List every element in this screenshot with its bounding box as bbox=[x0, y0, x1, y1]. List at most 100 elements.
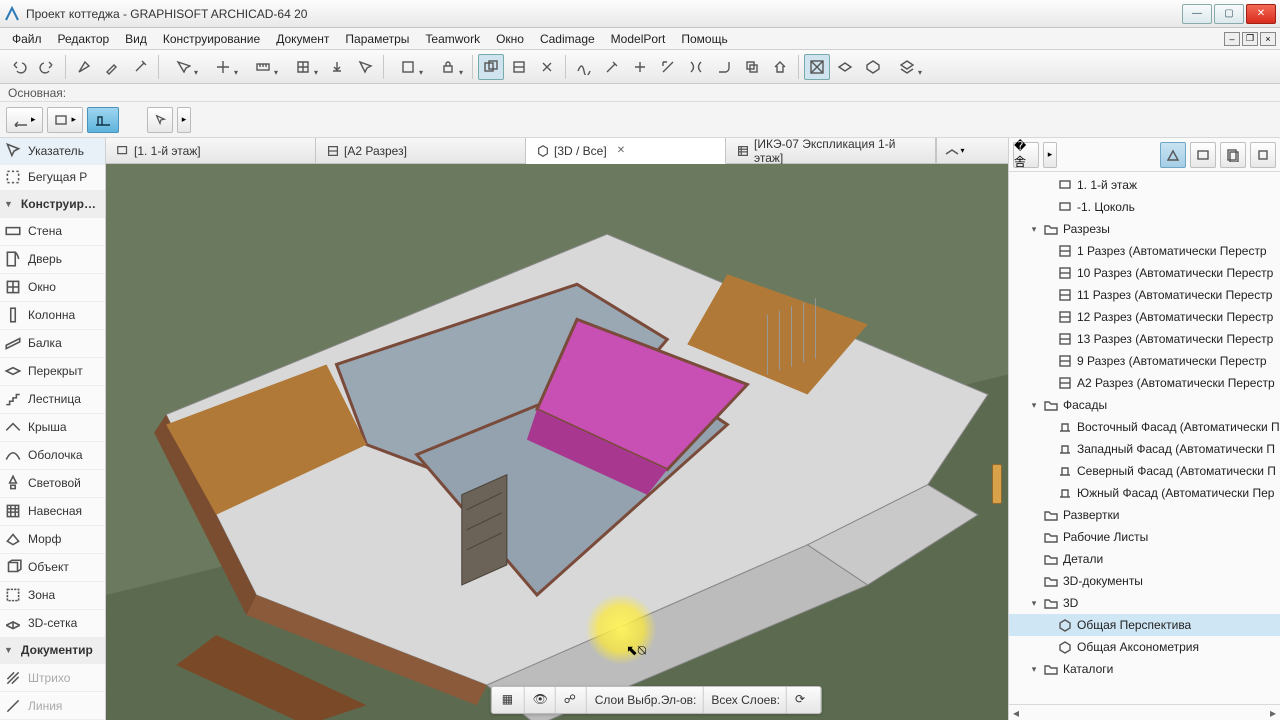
toolbox-group-document[interactable]: ▼ Документир bbox=[0, 638, 105, 665]
tree-item[interactable]: 12 Разрез (Автоматически Перестр bbox=[1009, 306, 1280, 328]
trace-ref-button[interactable] bbox=[506, 54, 532, 80]
menu-view[interactable]: Вид bbox=[117, 29, 155, 49]
menu-teamwork[interactable]: Teamwork bbox=[417, 29, 488, 49]
ruler-dropdown[interactable] bbox=[244, 54, 282, 80]
tool-Объект[interactable]: Объект bbox=[0, 554, 105, 582]
qo-layer-toggle[interactable]: ▦ bbox=[496, 687, 525, 713]
intersect-button[interactable] bbox=[739, 54, 765, 80]
view-tab[interactable]: [3D / Все]✕ bbox=[526, 138, 726, 164]
nav-project-map-button[interactable] bbox=[1160, 142, 1186, 168]
show-all-button[interactable] bbox=[804, 54, 830, 80]
nav-publisher-button[interactable] bbox=[1250, 142, 1276, 168]
tool-3D-сетка[interactable]: 3D-сетка bbox=[0, 610, 105, 638]
coord-origin-button[interactable]: ▸ bbox=[6, 107, 43, 133]
menu-modelport[interactable]: ModelPort bbox=[603, 29, 674, 49]
navigator-tree[interactable]: 1. 1-й этаж-1. Цоколь▾Разрезы1 Разрез (А… bbox=[1009, 172, 1280, 704]
tree-item[interactable]: Общая Аксонометрия bbox=[1009, 636, 1280, 658]
navigator-hscroll[interactable]: ◂▸ bbox=[1009, 704, 1280, 720]
tab-overflow-button[interactable]: ▾ bbox=[936, 138, 972, 163]
tree-item[interactable]: ▾Каталоги bbox=[1009, 658, 1280, 680]
grid-dropdown[interactable] bbox=[284, 54, 322, 80]
redo-button[interactable] bbox=[34, 54, 60, 80]
qo-refresh[interactable]: ⟳ bbox=[789, 687, 817, 713]
marquee-3d-button[interactable] bbox=[832, 54, 858, 80]
tree-item[interactable]: Северный Фасад (Автоматически П bbox=[1009, 460, 1280, 482]
coord-move-button[interactable]: ▸ bbox=[47, 107, 84, 133]
tree-item[interactable]: ▾3D bbox=[1009, 592, 1280, 614]
tree-item[interactable]: Западный Фасад (Автоматически П bbox=[1009, 438, 1280, 460]
tool-Стена[interactable]: Стена bbox=[0, 218, 105, 246]
trace-button[interactable] bbox=[478, 54, 504, 80]
magic-wand-button[interactable] bbox=[599, 54, 625, 80]
mdi-minimize-button[interactable]: – bbox=[1224, 32, 1240, 46]
menu-document[interactable]: Документ bbox=[268, 29, 337, 49]
tree-item[interactable]: ▾Разрезы bbox=[1009, 218, 1280, 240]
undo-button[interactable] bbox=[6, 54, 32, 80]
menu-edit[interactable]: Редактор bbox=[50, 29, 118, 49]
menu-window[interactable]: Окно bbox=[488, 29, 532, 49]
pointer-mode-button[interactable] bbox=[352, 54, 378, 80]
element-snap-dropdown[interactable] bbox=[389, 54, 427, 80]
suspend-button[interactable] bbox=[534, 54, 560, 80]
snap-guides-dropdown[interactable] bbox=[204, 54, 242, 80]
tool-Световой[interactable]: Световой bbox=[0, 470, 105, 498]
mdi-close-button[interactable]: × bbox=[1260, 32, 1276, 46]
expander-icon[interactable]: ▾ bbox=[1029, 598, 1039, 609]
tree-item[interactable]: 10 Разрез (Автоматически Перестр bbox=[1009, 262, 1280, 284]
tree-item[interactable]: 9 Разрез (Автоматически Перестр bbox=[1009, 350, 1280, 372]
tree-item[interactable]: Общая Перспектива bbox=[1009, 614, 1280, 636]
qo-eye-toggle[interactable]: 👁 bbox=[527, 687, 556, 713]
qo-all-layers[interactable]: Всех Слоев: bbox=[705, 687, 787, 713]
tree-item[interactable]: Детали bbox=[1009, 548, 1280, 570]
trim-button[interactable] bbox=[627, 54, 653, 80]
mini-nav-handle[interactable] bbox=[992, 464, 1002, 504]
tree-item[interactable]: Восточный Фасад (Автоматически П bbox=[1009, 416, 1280, 438]
adjust-button[interactable] bbox=[655, 54, 681, 80]
filter-3d-button[interactable] bbox=[860, 54, 886, 80]
close-button[interactable]: ✕ bbox=[1246, 4, 1276, 24]
tree-item[interactable]: Развертки bbox=[1009, 504, 1280, 526]
3d-viewport[interactable]: ⬉⍉ ▦ 👁 ☍ Слои Выбр.Эл-ов: Всех Слоев: ⟳ bbox=[106, 164, 1008, 720]
arrow-expand-button[interactable]: ▸ bbox=[177, 107, 191, 133]
tool-Крыша[interactable]: Крыша bbox=[0, 414, 105, 442]
pick-button[interactable] bbox=[71, 54, 97, 80]
tool-Лестница[interactable]: Лестница bbox=[0, 386, 105, 414]
tool-Балка[interactable]: Балка bbox=[0, 330, 105, 358]
inject-button[interactable] bbox=[127, 54, 153, 80]
tree-item[interactable]: -1. Цоколь bbox=[1009, 196, 1280, 218]
tab-close-button[interactable]: ✕ bbox=[617, 145, 625, 156]
tree-item[interactable]: ▾Фасады bbox=[1009, 394, 1280, 416]
tree-item[interactable]: 1 Разрез (Автоматически Перестр bbox=[1009, 240, 1280, 262]
arrow-tool-button[interactable] bbox=[147, 107, 173, 133]
tool-marquee[interactable]: Бегущая Р bbox=[0, 165, 105, 192]
expander-icon[interactable]: ▾ bbox=[1029, 224, 1039, 235]
tree-item[interactable]: 3D-документы bbox=[1009, 570, 1280, 592]
expander-icon[interactable]: ▾ bbox=[1029, 400, 1039, 411]
lock-dropdown[interactable] bbox=[429, 54, 467, 80]
view-tab[interactable]: [ИКЭ-07 Экспликация 1-й этаж] bbox=[726, 138, 936, 163]
tool-Дверь[interactable]: Дверь bbox=[0, 246, 105, 274]
spline-button[interactable] bbox=[571, 54, 597, 80]
nav-expand-button[interactable]: ▸ bbox=[1043, 142, 1057, 168]
menu-design[interactable]: Конструирование bbox=[155, 29, 268, 49]
qo-person-toggle[interactable]: ☍ bbox=[558, 687, 587, 713]
gravity-button[interactable] bbox=[324, 54, 350, 80]
tool-Зона[interactable]: Зона bbox=[0, 582, 105, 610]
view-mode-dropdown[interactable] bbox=[888, 54, 926, 80]
minimize-button[interactable]: — bbox=[1182, 4, 1212, 24]
coord-elevation-button[interactable] bbox=[87, 107, 119, 133]
qo-selected-layers[interactable]: Слои Выбр.Эл-ов: bbox=[589, 687, 704, 713]
split-button[interactable] bbox=[683, 54, 709, 80]
toolbox-group-design[interactable]: ▼ Конструирование bbox=[0, 191, 105, 218]
nav-layout-book-button[interactable] bbox=[1220, 142, 1246, 168]
tree-item[interactable]: 13 Разрез (Автоматически Перестр bbox=[1009, 328, 1280, 350]
tree-item[interactable]: 1. 1-й этаж bbox=[1009, 174, 1280, 196]
mdi-restore-button[interactable]: ❐ bbox=[1242, 32, 1258, 46]
menu-cadimage[interactable]: Cadimage bbox=[532, 29, 603, 49]
nav-settings-button[interactable]: �舎 bbox=[1013, 142, 1039, 168]
view-tab[interactable]: [A2 Разрез] bbox=[316, 138, 526, 163]
expander-icon[interactable]: ▾ bbox=[1029, 664, 1039, 675]
tree-item[interactable]: A2 Разрез (Автоматически Перестр bbox=[1009, 372, 1280, 394]
eyedropper-button[interactable] bbox=[99, 54, 125, 80]
menu-help[interactable]: Помощь bbox=[673, 29, 735, 49]
